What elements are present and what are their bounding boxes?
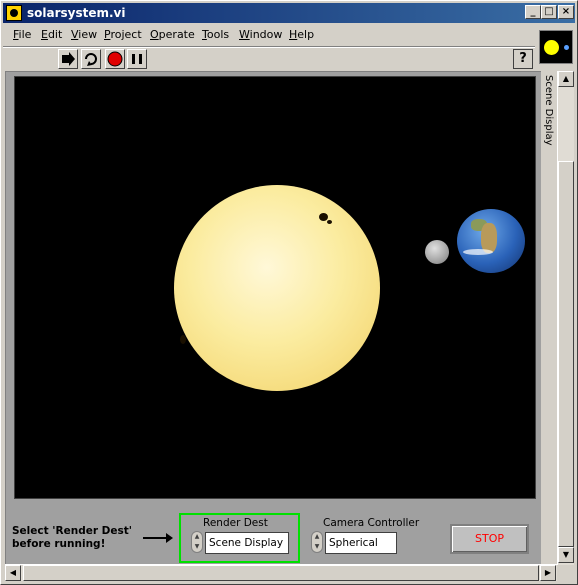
sun-sphere: [174, 185, 380, 391]
vi-window: solarsystem.vi _ □ × File Edit View Proj…: [0, 0, 578, 585]
planet-icon: [564, 45, 569, 50]
pause-icon: [132, 54, 142, 64]
render-dest-increment-icon[interactable]: ▲ ▼: [191, 531, 203, 553]
vertical-scroll-thumb[interactable]: [558, 161, 574, 547]
menu-project[interactable]: Project: [104, 28, 142, 41]
menu-file[interactable]: File: [13, 28, 31, 41]
horizontal-scroll-thumb[interactable]: [23, 565, 539, 581]
camera-controller-increment-icon[interactable]: ▲ ▼: [311, 531, 323, 553]
abort-button[interactable]: [105, 49, 125, 69]
sunspot: [180, 335, 186, 344]
earth-cloud: [463, 249, 493, 255]
run-arrow-icon: [62, 52, 75, 66]
vertical-scrollbar[interactable]: ▲ ▼: [557, 71, 574, 565]
scroll-left-arrow-icon[interactable]: ◀: [5, 565, 21, 581]
minimize-button[interactable]: _: [525, 5, 541, 19]
instruction-note: Select 'Render Dest' before running!: [12, 525, 132, 550]
scroll-down-arrow-icon[interactable]: ▼: [558, 547, 574, 563]
maximize-button[interactable]: □: [541, 5, 557, 19]
menu-edit[interactable]: Edit: [41, 28, 62, 41]
menu-view[interactable]: View: [71, 28, 97, 41]
vi-app-icon: [6, 5, 22, 21]
toolbar-separator: [3, 46, 535, 48]
context-help-button[interactable]: ?: [513, 49, 533, 69]
title-bar: solarsystem.vi _ □ ×: [3, 3, 575, 23]
scroll-up-arrow-icon[interactable]: ▲: [558, 71, 574, 87]
camera-controller-ring[interactable]: Spherical: [325, 532, 397, 554]
moon-sphere: [425, 240, 449, 264]
menu-window[interactable]: Window: [239, 28, 282, 41]
pause-button[interactable]: [127, 49, 147, 69]
sun-icon: [544, 40, 559, 55]
render-dest-ring[interactable]: Scene Display: [205, 532, 289, 554]
arrow-right-icon: [143, 533, 173, 543]
scene-display[interactable]: [14, 76, 536, 499]
sunspot: [327, 220, 332, 224]
close-button[interactable]: ×: [558, 5, 574, 19]
camera-controller-label: Camera Controller: [323, 517, 420, 529]
run-button[interactable]: [58, 49, 78, 69]
stop-button[interactable]: STOP: [450, 524, 529, 554]
abort-icon: [107, 51, 123, 67]
menu-tools[interactable]: Tools: [202, 28, 229, 41]
render-dest-label: Render Dest: [203, 517, 268, 529]
menu-operate[interactable]: Operate: [150, 28, 195, 41]
scene-display-label: Scene Display: [543, 75, 554, 146]
run-continuously-icon: [85, 53, 97, 66]
vi-connector-icon: [539, 30, 573, 64]
earth-sphere: [457, 209, 525, 273]
menu-bar: File Edit View Project Operate Tools Win…: [3, 25, 533, 45]
menu-help[interactable]: Help: [289, 28, 314, 41]
horizontal-scrollbar[interactable]: ◀ ▶: [5, 564, 557, 581]
scroll-right-arrow-icon[interactable]: ▶: [540, 565, 556, 581]
run-continuously-button[interactable]: [81, 49, 101, 69]
window-title: solarsystem.vi: [27, 6, 126, 20]
